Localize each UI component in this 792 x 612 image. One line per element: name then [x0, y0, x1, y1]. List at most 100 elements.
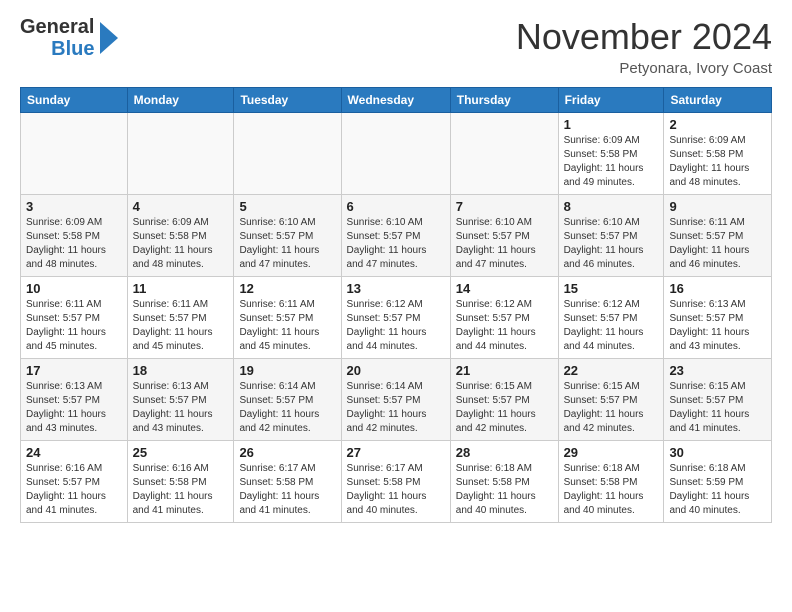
day-number: 28: [456, 445, 553, 460]
calendar-cell: 17Sunrise: 6:13 AMSunset: 5:57 PMDayligh…: [21, 359, 128, 441]
daylight-text: Daylight: 11 hours and 46 minutes.: [564, 245, 644, 270]
sunrise-text: Sunrise: 6:14 AM: [239, 381, 315, 392]
sunrise-text: Sunrise: 6:17 AM: [239, 463, 315, 474]
day-info: Sunrise: 6:17 AMSunset: 5:58 PMDaylight:…: [239, 462, 335, 518]
month-title: November 2024: [516, 16, 772, 58]
calendar-cell: 15Sunrise: 6:12 AMSunset: 5:57 PMDayligh…: [558, 277, 664, 359]
sunset-text: Sunset: 5:58 PM: [564, 149, 638, 160]
daylight-text: Daylight: 11 hours and 49 minutes.: [564, 163, 644, 188]
calendar-cell: 29Sunrise: 6:18 AMSunset: 5:58 PMDayligh…: [558, 441, 664, 523]
sunset-text: Sunset: 5:57 PM: [239, 231, 313, 242]
day-info: Sunrise: 6:09 AMSunset: 5:58 PMDaylight:…: [669, 134, 766, 190]
sunset-text: Sunset: 5:57 PM: [669, 231, 743, 242]
sunset-text: Sunset: 5:58 PM: [456, 477, 530, 488]
daylight-text: Daylight: 11 hours and 44 minutes.: [564, 327, 644, 352]
day-number: 1: [564, 117, 659, 132]
day-number: 6: [347, 199, 445, 214]
sunrise-text: Sunrise: 6:18 AM: [669, 463, 745, 474]
sunrise-text: Sunrise: 6:09 AM: [26, 217, 102, 228]
logo-icon: [98, 20, 120, 56]
day-number: 20: [347, 363, 445, 378]
day-number: 18: [133, 363, 229, 378]
daylight-text: Daylight: 11 hours and 41 minutes.: [239, 491, 319, 516]
sunset-text: Sunset: 5:58 PM: [133, 477, 207, 488]
calendar-row-4: 17Sunrise: 6:13 AMSunset: 5:57 PMDayligh…: [21, 359, 772, 441]
day-info: Sunrise: 6:11 AMSunset: 5:57 PMDaylight:…: [26, 298, 122, 354]
logo-blue-text: Blue: [51, 38, 94, 60]
sunset-text: Sunset: 5:57 PM: [456, 231, 530, 242]
day-info: Sunrise: 6:10 AMSunset: 5:57 PMDaylight:…: [239, 216, 335, 272]
sunrise-text: Sunrise: 6:11 AM: [239, 299, 314, 310]
calendar-table: SundayMondayTuesdayWednesdayThursdayFrid…: [20, 87, 772, 523]
sunrise-text: Sunrise: 6:12 AM: [564, 299, 640, 310]
daylight-text: Daylight: 11 hours and 42 minutes.: [564, 409, 644, 434]
sunset-text: Sunset: 5:57 PM: [564, 395, 638, 406]
sunset-text: Sunset: 5:58 PM: [564, 477, 638, 488]
day-info: Sunrise: 6:18 AMSunset: 5:59 PMDaylight:…: [669, 462, 766, 518]
daylight-text: Daylight: 11 hours and 47 minutes.: [347, 245, 427, 270]
title-block: November 2024 Petyonara, Ivory Coast: [516, 16, 772, 77]
day-number: 26: [239, 445, 335, 460]
day-number: 3: [26, 199, 122, 214]
daylight-text: Daylight: 11 hours and 40 minutes.: [564, 491, 644, 516]
sunset-text: Sunset: 5:57 PM: [347, 395, 421, 406]
day-number: 23: [669, 363, 766, 378]
weekday-header-friday: Friday: [558, 88, 664, 113]
sunset-text: Sunset: 5:57 PM: [669, 313, 743, 324]
calendar-cell: 13 Sunrise: 6:12 AMSunset: 5:57 PMDayligh…: [341, 277, 450, 359]
calendar-cell: [21, 113, 128, 195]
daylight-text: Daylight: 11 hours and 45 minutes.: [239, 327, 319, 352]
day-info: Sunrise: 6:16 AMSunset: 5:58 PMDaylight:…: [133, 462, 229, 518]
sunrise-text: Sunrise: 6:15 AM: [669, 381, 745, 392]
day-number: 9: [669, 199, 766, 214]
day-info: Sunrise: 6:12 AMSunset: 5:57 PMDaylight:…: [347, 298, 445, 354]
calendar-cell: 5Sunrise: 6:10 AMSunset: 5:57 PMDaylight…: [234, 195, 341, 277]
day-number: 22: [564, 363, 659, 378]
sunset-text: Sunset: 5:57 PM: [26, 313, 100, 324]
weekday-header-wednesday: Wednesday: [341, 88, 450, 113]
day-info: Sunrise: 6:10 AMSunset: 5:57 PMDaylight:…: [456, 216, 553, 272]
sunrise-text: Sunrise: 6:11 AM: [669, 217, 744, 228]
calendar-cell: 14Sunrise: 6:12 AMSunset: 5:57 PMDayligh…: [450, 277, 558, 359]
day-number: 15: [564, 281, 659, 296]
day-info: Sunrise: 6:10 AMSunset: 5:57 PMDaylight:…: [564, 216, 659, 272]
day-number: 29: [564, 445, 659, 460]
day-info: Sunrise: 6:16 AMSunset: 5:57 PMDaylight:…: [26, 462, 122, 518]
sunset-text: Sunset: 5:57 PM: [347, 231, 421, 242]
calendar-cell: 11 Sunrise: 6:11 AM Sunset: 5:57 PM Dayligh…: [127, 277, 234, 359]
sunset-text: Sunset: 5:58 PM: [347, 477, 421, 488]
calendar-cell: 21Sunrise: 6:15 AMSunset: 5:57 PMDayligh…: [450, 359, 558, 441]
daylight-text: Daylight: 11 hours and 48 minutes.: [133, 245, 213, 270]
day-info: Sunrise: 6:15 AM Sunset: 5:57 PM Daylight:…: [564, 380, 659, 436]
logo: General Blue: [20, 16, 120, 60]
day-info: Sunrise: 6:17 AMSunset: 5:58 PMDaylight:…: [347, 462, 445, 518]
sunrise-text: Sunrise: 6:10 AM: [347, 217, 423, 228]
sunrise-text: Sunrise: 6:15 AM: [564, 381, 640, 392]
calendar-cell: 7Sunrise: 6:10 AMSunset: 5:57 PMDaylight…: [450, 195, 558, 277]
day-number: 27: [347, 445, 445, 460]
sunset-text: Sunset: 5:57 PM: [669, 395, 743, 406]
sunset-text: Sunset: 5:57 PM: [456, 313, 530, 324]
sunset-text: Sunset: 5:57 PM: [133, 313, 207, 324]
day-info: Sunrise: 6:10 AM Sunset: 5:57 PM Daylight:…: [347, 216, 445, 272]
calendar-cell: 8 Sunrise: 6:10 AMSunset: 5:57 PMDaylight…: [558, 195, 664, 277]
calendar-cell: 22 Sunrise: 6:15 AM Sunset: 5:57 PM Dayligh…: [558, 359, 664, 441]
day-info: Sunrise: 6:14 AMSunset: 5:57 PMDaylight:…: [239, 380, 335, 436]
daylight-text: Daylight: 11 hours and 42 minutes.: [456, 409, 536, 434]
day-number: 13: [347, 281, 445, 296]
daylight-text: Daylight: 11 hours and 45 minutes.: [133, 327, 213, 352]
sunrise-text: Sunrise: 6:11 AM: [26, 299, 101, 310]
daylight-text: Daylight: 11 hours and 42 minutes.: [347, 409, 427, 434]
day-info: Sunrise: 6:13 AMSunset: 5:57 PMDaylight:…: [26, 380, 122, 436]
day-number: 8: [564, 199, 659, 214]
sunset-text: Sunset: 5:57 PM: [26, 395, 100, 406]
day-number: 10: [26, 281, 122, 296]
calendar-cell: 10Sunrise: 6:11 AMSunset: 5:57 PMDayligh…: [21, 277, 128, 359]
day-number: 14: [456, 281, 553, 296]
day-number: 11: [133, 281, 229, 296]
sunset-text: Sunset: 5:58 PM: [669, 149, 743, 160]
sunrise-text: Sunrise: 6:11 AM: [133, 299, 208, 310]
calendar-cell: 25Sunrise: 6:16 AMSunset: 5:58 PMDayligh…: [127, 441, 234, 523]
day-info: Sunrise: 6:13 AMSunset: 5:57 PMDaylight:…: [669, 298, 766, 354]
daylight-text: Daylight: 11 hours and 46 minutes.: [669, 245, 749, 270]
